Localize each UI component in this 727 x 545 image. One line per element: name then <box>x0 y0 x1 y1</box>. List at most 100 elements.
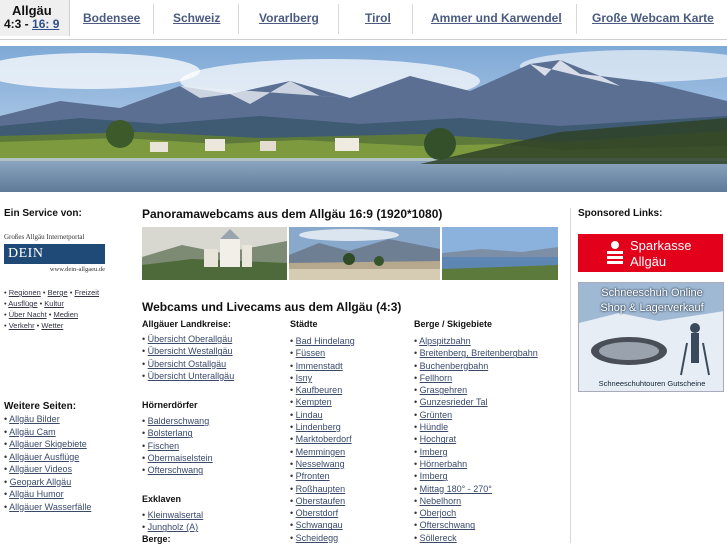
sponsored-links-header: Sponsored Links: <box>578 208 663 219</box>
berg-link[interactable]: Ofterschwang <box>420 520 476 530</box>
landkreise-list: • Übersicht Oberallgäu • Übersicht Westa… <box>142 334 235 381</box>
service-link-wetter[interactable]: Wetter <box>41 321 63 330</box>
berg-link[interactable]: Oberjoch <box>420 508 457 518</box>
stadt-link[interactable]: Schwangau <box>296 520 343 530</box>
berg-link[interactable]: Breitenberg, Breitenbergbahn <box>420 348 538 358</box>
stadt-link[interactable]: Nesselwang <box>296 459 345 469</box>
stadt-link[interactable]: Oberstdorf <box>296 508 339 518</box>
nav-divider <box>338 4 339 34</box>
stadt-link[interactable]: Roßhaupten <box>296 484 346 494</box>
snowshoe-ad-image <box>579 283 723 391</box>
service-link-uebernacht[interactable]: Über Nacht <box>9 310 47 319</box>
service-links: • Regionen • Berge • Freizeit • Ausflüge… <box>4 288 100 330</box>
service-link-medien[interactable]: Medien <box>53 310 78 319</box>
berge-list: • Alpspitzbahn • Breitenberg, Breitenber… <box>414 336 538 543</box>
landkreis-link[interactable]: Übersicht Westallgäu <box>148 346 233 356</box>
panorama-thumbnail-valley[interactable] <box>289 227 440 280</box>
nav-divider <box>576 4 577 34</box>
service-link-ausfluege[interactable]: Ausflüge <box>8 299 37 308</box>
dein-allgaeu-logo[interactable]: Großes Allgäu Internetportal DEIN ALLGÄU… <box>4 233 109 281</box>
more-pages-list: • Allgäu Bilder • Allgäu Cam • Allgäuer … <box>4 414 92 512</box>
berg-link[interactable]: Grünten <box>420 410 453 420</box>
berg-link[interactable]: Buchenbergbahn <box>420 361 489 371</box>
hoernerdoerfer-header: Hörnerdörfer <box>142 400 198 410</box>
berg-link[interactable]: Söllereck <box>420 533 457 543</box>
stadt-link[interactable]: Immenstadt <box>296 361 343 371</box>
more-link[interactable]: Allgäu Humor <box>9 489 64 499</box>
landkreis-link[interactable]: Übersicht Ostallgäu <box>148 359 227 369</box>
berg-link[interactable]: Grasgehren <box>420 385 468 395</box>
stadt-link[interactable]: Marktoberdorf <box>296 434 352 444</box>
panorama-thumbnail-lake[interactable] <box>442 227 558 280</box>
more-link[interactable]: Allgäuer Ausflüge <box>9 452 79 462</box>
hoernerdorf-link[interactable]: Obermaiselstein <box>148 453 213 463</box>
nav-link-tirol[interactable]: Tirol <box>365 11 391 25</box>
exklave-link[interactable]: Jungholz (A) <box>148 522 199 532</box>
berg-link[interactable]: Gunzesrieder Tal <box>420 397 488 407</box>
stadt-link[interactable]: Isny <box>296 373 313 383</box>
stadt-link[interactable]: Scheidegg <box>296 533 339 543</box>
berg-link[interactable]: Hörnerbahn <box>420 459 468 469</box>
stadt-link[interactable]: Oberstaufen <box>296 496 346 506</box>
berg-link[interactable]: Nebelhorn <box>420 496 462 506</box>
more-link[interactable]: Geopark Allgäu <box>10 477 72 487</box>
hoernerdorf-link[interactable]: Balderschwang <box>148 416 210 426</box>
schneeschuh-ad[interactable]: Schneeschuh Online Shop & Lagerverkauf S… <box>578 282 724 392</box>
service-link-freizeit[interactable]: Freizeit <box>74 288 99 297</box>
exklaven-list: • Kleinwalsertal • Jungholz (A) <box>142 510 204 533</box>
more-link[interactable]: Allgäu Bilder <box>9 414 60 424</box>
aspect-ratio-16-9-link[interactable]: 16: 9 <box>32 17 59 31</box>
nav-divider <box>412 4 413 34</box>
schneeschuh-ad-line2: Shop & Lagerverkauf <box>600 302 704 314</box>
stadt-link[interactable]: Lindenberg <box>296 422 341 432</box>
stadt-link[interactable]: Memmingen <box>296 447 346 457</box>
aspect-ratio-switch: 4:3 - 16: 9 <box>4 17 59 31</box>
landkreise-header: Allgäuer Landkreise: <box>142 319 232 329</box>
landkreis-link[interactable]: Übersicht Unterallgäu <box>148 371 235 381</box>
lake-mountain-panorama <box>0 46 727 192</box>
berg-link[interactable]: Hündle <box>420 422 449 432</box>
nav-link-webcam-karte[interactable]: Große Webcam Karte <box>592 11 714 25</box>
berg-link[interactable]: Alpspitzbahn <box>419 336 471 346</box>
berg-link[interactable]: Fellhorn <box>420 373 453 383</box>
nav-link-schweiz[interactable]: Schweiz <box>173 11 220 25</box>
berg-link[interactable]: Imberg <box>420 447 448 457</box>
stadt-link[interactable]: Bad Hindelang <box>296 336 355 346</box>
more-link[interactable]: Allgäu Cam <box>9 427 56 437</box>
panorama-thumbnail-castle[interactable] <box>142 227 287 280</box>
exklave-link[interactable]: Kleinwalsertal <box>148 510 204 520</box>
service-link-kultur[interactable]: Kultur <box>44 299 64 308</box>
stadt-link[interactable]: Kempten <box>296 397 332 407</box>
lake-thumbnail-image <box>442 227 558 280</box>
aspect-ratio-current: 4:3 - <box>4 17 33 31</box>
staedte-header: Städte <box>290 319 318 329</box>
valley-thumbnail-image <box>289 227 440 280</box>
exklaven-header: Exklaven <box>142 494 182 504</box>
more-link[interactable]: Allgäuer Wasserfälle <box>9 502 91 512</box>
berg-link[interactable]: Hochgrat <box>420 434 457 444</box>
nav-link-vorarlberg[interactable]: Vorarlberg <box>259 11 319 25</box>
hoernerdorf-link[interactable]: Bolsterlang <box>148 428 193 438</box>
hoernerdoerfer-list: • Balderschwang • Bolsterlang • Fischen … <box>142 416 213 476</box>
panorama-section-title: Panoramawebcams aus dem Allgäu 16:9 (192… <box>142 207 443 221</box>
stadt-link[interactable]: Kaufbeuren <box>296 385 343 395</box>
more-link[interactable]: Allgäuer Skigebiete <box>9 439 87 449</box>
hoernerdorf-link[interactable]: Ofterschwang <box>148 465 204 475</box>
stadt-link[interactable]: Lindau <box>296 410 323 420</box>
nav-link-bodensee[interactable]: Bodensee <box>83 11 140 25</box>
nav-link-ammer-karwendel[interactable]: Ammer und Karwendel <box>431 11 562 25</box>
stadt-link[interactable]: Pfronten <box>296 471 330 481</box>
hoernerdorf-link[interactable]: Fischen <box>148 441 180 451</box>
berg-link[interactable]: Imberg <box>420 471 448 481</box>
service-link-regionen[interactable]: Regionen <box>9 288 41 297</box>
landkreis-link[interactable]: Übersicht Oberallgäu <box>148 334 233 344</box>
berg-link[interactable]: Mittag 180° - 270° <box>420 484 492 494</box>
service-link-berge[interactable]: Berge <box>48 288 68 297</box>
sparkasse-ad[interactable]: Sparkasse Allgäu <box>578 234 723 272</box>
logo-tagline: Großes Allgäu Internetportal <box>4 233 85 241</box>
main-content: Panoramawebcams aus dem Allgäu 16:9 (192… <box>142 207 567 544</box>
more-link[interactable]: Allgäuer Videos <box>9 464 72 474</box>
service-link-verkehr[interactable]: Verkehr <box>9 321 35 330</box>
nav-divider <box>153 4 154 34</box>
stadt-link[interactable]: Füssen <box>296 348 326 358</box>
